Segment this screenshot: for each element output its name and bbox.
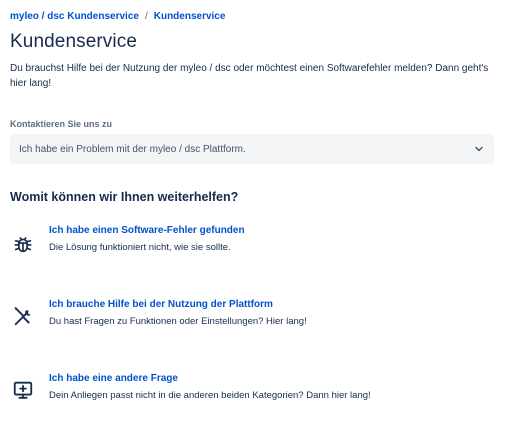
page-title: Kundenservice	[10, 31, 137, 52]
option-title[interactable]: Ich habe eine andere Frage	[49, 373, 178, 384]
monitor-plus-icon	[10, 377, 36, 403]
option-usage-help[interactable]: Ich brauche Hilfe bei der Nutzung der Pl…	[10, 299, 500, 339]
breadcrumb-separator: /	[144, 11, 148, 22]
intro-text: Du brauchst Hilfe bei der Nutzung der my…	[10, 63, 489, 89]
tools-icon	[10, 303, 36, 329]
contact-select-value: Ich habe ein Problem mit der myleo / dsc…	[19, 143, 246, 155]
chevron-down-icon	[474, 144, 484, 154]
option-other-question[interactable]: Ich habe eine andere Frage Dein Anliegen…	[10, 373, 500, 413]
breadcrumb: myleo / dsc Kundenservice / Kundenservic…	[10, 11, 225, 22]
option-title[interactable]: Ich brauche Hilfe bei der Nutzung der Pl…	[49, 299, 273, 310]
customer-service-page: myleo / dsc Kundenservice / Kundenservic…	[0, 0, 518, 431]
contact-select-label: Kontaktieren Sie uns zu	[10, 119, 113, 129]
option-description: Dein Anliegen passt nicht in die anderen…	[49, 390, 371, 401]
option-software-bug[interactable]: Ich habe einen Software-Fehler gefunden …	[10, 225, 500, 265]
help-section-heading: Womit können wir Ihnen weiterhelfen?	[10, 190, 239, 204]
option-title[interactable]: Ich habe einen Software-Fehler gefunden	[49, 225, 245, 236]
breadcrumb-item-kundenservice[interactable]: Kundenservice	[154, 11, 226, 22]
bug-icon	[10, 231, 36, 257]
breadcrumb-item-portal[interactable]: myleo / dsc Kundenservice	[10, 11, 139, 22]
option-description: Die Lösung funktioniert nicht, wie sie s…	[49, 242, 231, 253]
contact-request-type-select[interactable]: Ich habe ein Problem mit der myleo / dsc…	[10, 134, 494, 164]
option-description: Du hast Fragen zu Funktionen oder Einste…	[49, 316, 307, 327]
